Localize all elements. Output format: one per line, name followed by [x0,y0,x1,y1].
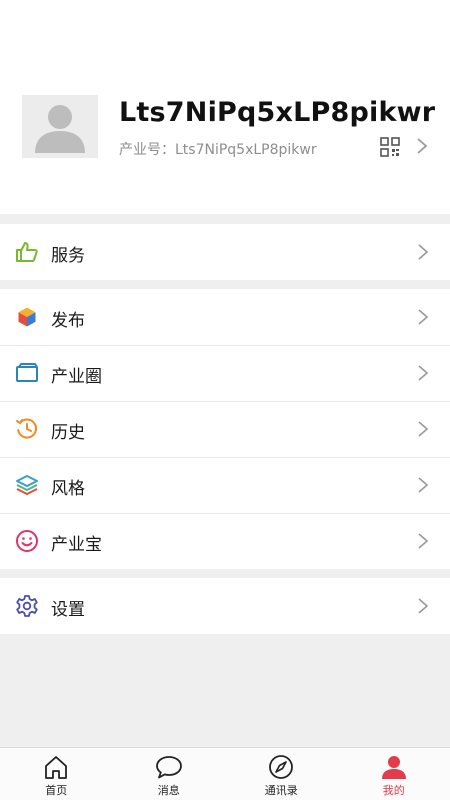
menu-item-label: 产业宝 [51,535,102,555]
thumbs-up-icon [16,242,38,262]
menu-item-publish[interactable]: 发布 [0,289,450,345]
cube-icon [17,306,37,328]
menu-item-services[interactable]: 服务 [0,224,450,280]
tab-label: 消息 [157,784,180,797]
menu-item-settings[interactable]: 设置 [0,578,450,634]
chevron-right-icon [418,598,429,614]
menu-group-settings: 设置 [0,578,450,634]
tab-home[interactable]: 首页 [0,748,113,800]
tab-messages[interactable]: 消息 [113,748,226,800]
chevron-right-icon [418,309,429,325]
tab-label: 通讯录 [264,784,298,797]
menu-item-label: 设置 [51,600,85,620]
compass-icon [269,755,294,779]
gear-icon [16,595,38,617]
menu-item-label: 服务 [51,246,85,266]
person-icon [381,756,406,779]
industry-id-value: Lts7NiPq5xLP8pikwr [175,142,317,158]
card-icon [16,363,38,382]
profile-chevron-right-icon[interactable] [415,136,429,156]
menu-group-main: 发布 产业圈 历史 风格 产业宝 [0,289,450,569]
chevron-right-icon [418,533,429,549]
menu-item-industry-treasure[interactable]: 产业宝 [0,513,450,569]
chat-bubble-icon [155,756,182,779]
tab-mine[interactable]: 我的 [338,748,450,800]
avatar[interactable] [22,95,98,158]
user-name: Lts7NiPq5xLP8pikwr [119,97,436,128]
industry-id: 产业号：Lts7NiPq5xLP8pikwr [119,139,317,159]
tab-contacts[interactable]: 通讯录 [225,748,338,800]
menu-item-label: 产业圈 [51,367,102,387]
layers-icon [16,475,38,495]
chevron-right-icon [418,477,429,493]
menu-item-label: 风格 [51,479,85,499]
profile-header[interactable]: Lts7NiPq5xLP8pikwr 产业号：Lts7NiPq5xLP8pikw… [0,0,450,214]
menu-item-label: 发布 [51,311,85,331]
bottom-tab-bar: 首页 消息 通讯录 我的 [0,747,450,800]
chevron-right-icon [418,421,429,437]
chevron-right-icon [418,365,429,381]
menu-item-label: 历史 [51,423,85,443]
tab-label: 首页 [45,784,68,797]
industry-id-label: 产业号： [119,142,175,158]
qr-code-icon[interactable] [380,137,400,157]
chevron-right-icon [418,244,429,260]
menu-item-style[interactable]: 风格 [0,457,450,513]
menu-item-history[interactable]: 历史 [0,401,450,457]
menu-group-services: 服务 [0,224,450,280]
tab-label: 我的 [382,784,405,797]
home-icon [45,756,68,779]
smiley-icon [16,530,38,552]
menu-item-industry-circle[interactable]: 产业圈 [0,345,450,401]
clock-icon [16,418,38,439]
